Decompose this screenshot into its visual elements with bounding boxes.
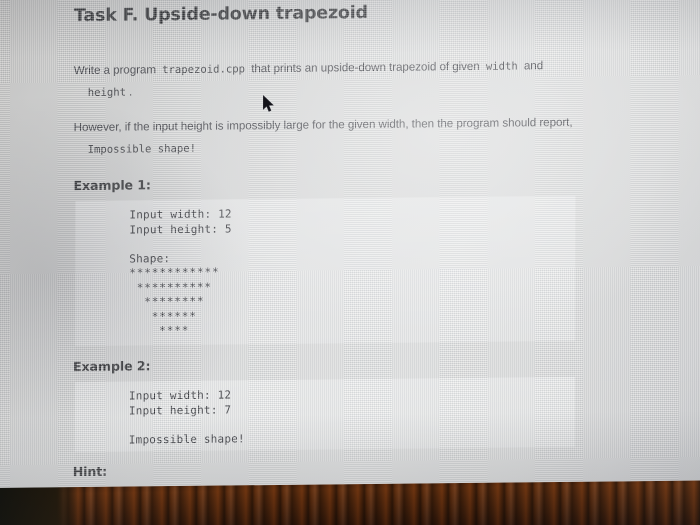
example-2-label: Example 2: — [72, 358, 151, 375]
intro-text-after: that prints an upside-down trapezoid of … — [251, 59, 480, 76]
example-2-code-block: Input width: 12 Input height: 7 Impossib… — [74, 376, 575, 453]
intro-and-word: and — [523, 59, 544, 73]
intro-paragraph: Write a program trapezoid.cpp that print… — [74, 56, 640, 102]
example-2-output: Impossible shape! — [128, 432, 245, 447]
example-1-label: Example 1: — [73, 177, 151, 194]
page-title: Task F. Upside-down trapezoid — [73, 3, 368, 27]
monitor-screen: Task F. Upside-down trapezoid Write a pr… — [0, 0, 700, 489]
file-name-code: trapezoid.cpp — [162, 63, 246, 77]
param-width-code: width — [485, 60, 518, 73]
intro-text-before: Write a program — [73, 63, 156, 78]
example-1-code-block: Input width: 12 Input height: 5 Shape: *… — [75, 195, 576, 347]
param-height-code: height — [87, 86, 127, 99]
intro-period: . — [128, 85, 133, 99]
impossible-note-second-line: Impossible shape! — [85, 135, 640, 159]
document-page: Task F. Upside-down trapezoid Write a pr… — [0, 0, 700, 488]
impossible-note-paragraph: However, if the input height is impossib… — [74, 113, 640, 159]
hint-label: Hint: — [72, 463, 108, 480]
intro-second-line: height. — [85, 78, 640, 102]
impossible-note-text: However, if the input height is impossib… — [73, 115, 573, 135]
arrow-pointer-icon — [263, 95, 274, 112]
photo-of-monitor: Task F. Upside-down trapezoid Write a pr… — [0, 0, 700, 525]
impossible-shape-code: Impossible shape! — [87, 142, 197, 156]
